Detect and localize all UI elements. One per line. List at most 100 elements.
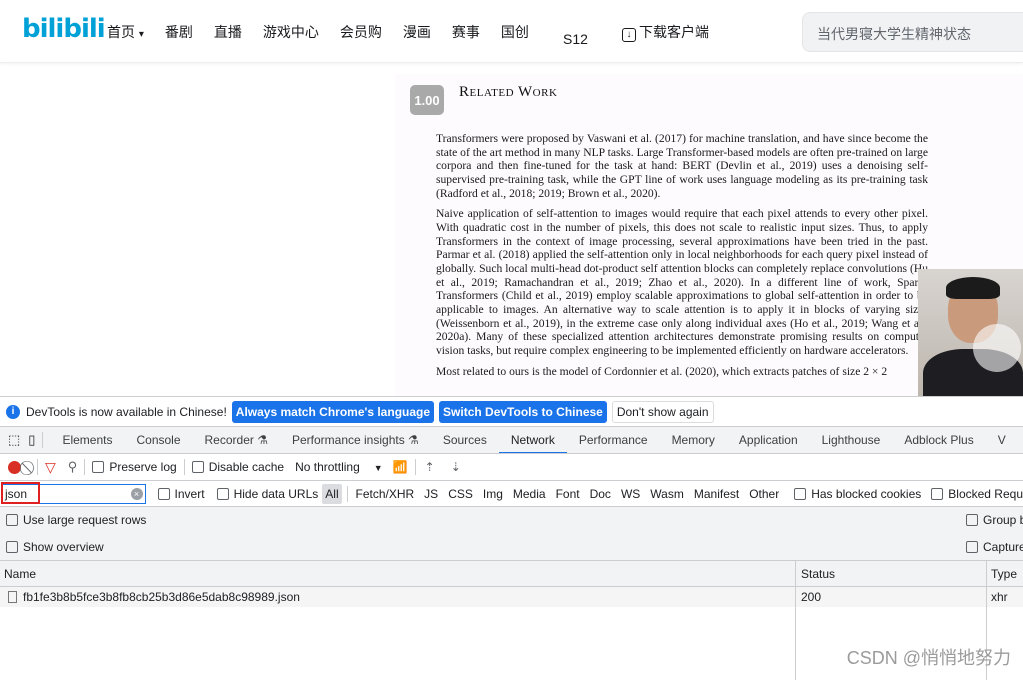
file-icon xyxy=(8,591,17,603)
group-by-frame-checkbox[interactable]: Group b xyxy=(966,513,1023,527)
checkbox[interactable] xyxy=(931,487,944,500)
type-filter-ws[interactable]: WS xyxy=(618,487,643,501)
request-name[interactable]: fb1fe3b8b5fce3b8fb8cb25b3d86e5dab8c98989… xyxy=(8,590,300,604)
column-type[interactable]: Type xyxy=(991,567,1017,581)
export-har-icon[interactable]: ⇣ xyxy=(451,460,461,474)
tab-performance-insights[interactable]: Performance insights ⚗ xyxy=(280,427,431,453)
checkbox[interactable] xyxy=(6,514,18,526)
devtools-infobar: i DevTools is now available in Chinese! … xyxy=(0,397,1023,427)
label: Preserve log xyxy=(109,460,177,474)
switch-chinese-button[interactable]: Switch DevTools to Chinese xyxy=(439,400,607,423)
nav-live[interactable]: 直播 xyxy=(214,22,242,42)
tab-elements[interactable]: Elements xyxy=(50,427,124,453)
filter-input[interactable]: json × xyxy=(1,481,146,504)
type-filter-img[interactable]: Img xyxy=(480,487,506,501)
divider xyxy=(414,459,416,475)
record-icon[interactable] xyxy=(8,460,21,474)
clear-filter-icon[interactable]: × xyxy=(130,487,143,500)
presenter-hair xyxy=(946,277,1000,299)
nav-anime[interactable]: 番剧 xyxy=(165,22,193,42)
tab-more[interactable]: V xyxy=(986,427,1018,453)
tab-adblock-plus[interactable]: Adblock Plus xyxy=(892,427,985,453)
filter-bar: json × Invert Hide data URLs All Fetch/XH… xyxy=(0,481,1023,507)
column-status[interactable]: Status xyxy=(801,567,835,581)
table-row[interactable]: fb1fe3b8b5fce3b8fb8cb25b3d86e5dab8c98989… xyxy=(0,587,1023,607)
search-icon[interactable]: ⚲ xyxy=(68,459,78,475)
tab-performance[interactable]: Performance xyxy=(567,427,660,453)
type-filter-js[interactable]: JS xyxy=(421,487,441,501)
checkbox[interactable] xyxy=(92,461,105,473)
type-filter-fetch-xhr[interactable]: Fetch/XHR xyxy=(352,487,417,501)
checkbox[interactable] xyxy=(216,487,229,500)
infobar-message: DevTools is now available in Chinese! xyxy=(26,404,227,419)
tab-console[interactable]: Console xyxy=(124,427,192,453)
playback-speed-badge[interactable]: 1.00 xyxy=(410,85,444,115)
paragraph: Most related to ours is the model of Cor… xyxy=(436,364,888,378)
tab-memory[interactable]: Memory xyxy=(660,427,727,453)
tab-application[interactable]: Application xyxy=(727,427,810,453)
has-blocked-cookies-checkbox[interactable]: Has blocked cookies xyxy=(794,487,921,501)
invert-checkbox[interactable]: Invert xyxy=(157,487,205,501)
type-filter-wasm[interactable]: Wasm xyxy=(647,487,687,501)
checkbox[interactable] xyxy=(191,461,204,473)
device-toggle-icon[interactable]: ▯ xyxy=(28,432,35,448)
checkbox[interactable] xyxy=(794,487,807,500)
tab-lighthouse[interactable]: Lighthouse xyxy=(810,427,893,453)
filter-icon[interactable]: ▽ xyxy=(45,459,56,476)
nav-games[interactable]: 游戏中心 xyxy=(263,22,319,42)
type-filter-media[interactable]: Media xyxy=(510,487,549,501)
checkbox[interactable] xyxy=(157,487,170,500)
disable-cache-checkbox[interactable]: Disable cache xyxy=(191,460,284,474)
import-har-icon[interactable]: ⇡ xyxy=(425,460,435,474)
column-name[interactable]: Name xyxy=(4,567,36,581)
label: Use large request rows xyxy=(23,513,147,527)
video-player[interactable]: 2 1.00 Related Work Transformers were pr… xyxy=(395,74,1023,396)
column-divider[interactable] xyxy=(795,560,796,680)
tab-recorder[interactable]: Recorder ⚗ xyxy=(193,427,280,453)
nav-esports[interactable]: 赛事 xyxy=(452,22,480,42)
table-header: Name Status Type xyxy=(0,560,1023,587)
nav-s12[interactable]: S12 xyxy=(563,31,588,47)
match-language-button[interactable]: Always match Chrome's language xyxy=(231,400,435,423)
download-icon: ↓ xyxy=(622,28,636,42)
large-rows-checkbox[interactable]: Use large request rows xyxy=(6,513,146,527)
options-row: Use large request rows Group b xyxy=(0,507,1023,533)
search-input[interactable]: 当代男寝大学生精神状态 xyxy=(802,12,1023,52)
paragraph: Transformers were proposed by Vaswani et… xyxy=(436,132,928,200)
download-client-link[interactable]: ↓ 下载客户端 xyxy=(622,22,709,42)
type-filter-all[interactable]: All xyxy=(322,483,342,504)
nav-home[interactable]: 首页 ▾ xyxy=(107,22,144,42)
label: fb1fe3b8b5fce3b8fb8cb25b3d86e5dab8c98989… xyxy=(23,590,300,604)
type-filter-font[interactable]: Font xyxy=(553,487,583,501)
devtools-panel: i DevTools is now available in Chinese! … xyxy=(0,396,1023,680)
dont-show-again-button[interactable]: Don't show again xyxy=(611,400,714,423)
nav-mall[interactable]: 会员购 xyxy=(340,22,382,42)
nav-guochuang[interactable]: 国创 xyxy=(501,22,529,42)
type-filter-manifest[interactable]: Manifest xyxy=(691,487,742,501)
type-filter-other[interactable]: Other xyxy=(746,487,782,501)
network-toolbar: ⃠ ▽ ⚲ Preserve log Disable cache No thro… xyxy=(0,454,1023,481)
tab-network[interactable]: Network xyxy=(498,427,567,453)
hide-data-urls-checkbox[interactable]: Hide data URLs xyxy=(216,487,318,501)
network-conditions-icon[interactable]: 📶 xyxy=(393,460,408,474)
bilibili-logo[interactable]: bilibili xyxy=(22,14,106,44)
nav-manga[interactable]: 漫画 xyxy=(403,22,431,42)
checkbox[interactable] xyxy=(966,540,978,553)
capture-screenshots-checkbox[interactable]: Capture xyxy=(966,540,1023,554)
show-overview-checkbox[interactable]: Show overview xyxy=(6,540,104,554)
type-filter-css[interactable]: CSS xyxy=(445,487,476,501)
tab-sources[interactable]: Sources xyxy=(431,427,499,453)
site-header: bilibili 首页 ▾ 番剧 直播 游戏中心 会员购 漫画 赛事 国创 S1… xyxy=(0,0,1023,63)
type-filter-doc[interactable]: Doc xyxy=(587,487,614,501)
checkbox[interactable] xyxy=(966,514,978,526)
inspect-icon[interactable]: ⬚ xyxy=(8,432,20,448)
highlight-box xyxy=(1,481,40,504)
blocked-requests-checkbox[interactable]: Blocked Requ xyxy=(931,487,1023,501)
play-icon[interactable] xyxy=(973,324,1021,372)
request-status: 200 xyxy=(801,590,822,604)
preserve-log-checkbox[interactable]: Preserve log xyxy=(92,460,177,474)
chevron-down-icon: ▾ xyxy=(138,29,144,40)
throttling-select[interactable]: No throttling ▼ xyxy=(295,460,383,474)
checkbox[interactable] xyxy=(6,540,18,553)
info-icon: i xyxy=(6,404,20,419)
